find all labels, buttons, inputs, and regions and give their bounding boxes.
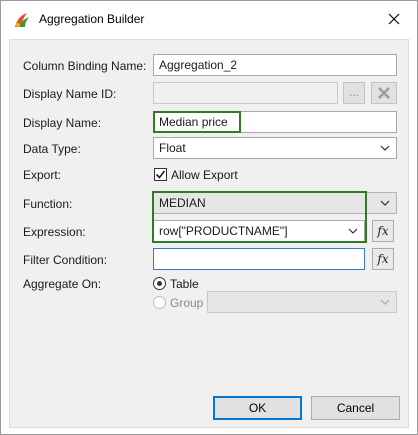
- dialog-body: Column Binding Name: Aggregation_2 Displ…: [9, 39, 409, 428]
- filter-condition-label: Filter Condition:: [23, 253, 108, 267]
- aggregation-builder-dialog: Aggregation Builder Column Binding Name:…: [0, 0, 418, 435]
- column-binding-name-label: Column Binding Name:: [23, 59, 147, 73]
- display-name-input[interactable]: Median price: [153, 111, 397, 133]
- ok-button[interactable]: OK: [213, 396, 302, 420]
- expression-label: Expression:: [23, 225, 86, 239]
- window-title: Aggregation Builder: [39, 12, 145, 26]
- group-radio[interactable]: [153, 296, 166, 309]
- function-label: Function:: [23, 197, 73, 211]
- export-label: Export:: [23, 168, 62, 182]
- table-radio-label: Table: [170, 277, 199, 291]
- chevron-down-icon: [380, 145, 390, 151]
- group-radio-label: Group: [170, 296, 204, 310]
- function-value: MEDIAN: [159, 196, 206, 210]
- expression-value: row["PRODUCTNAME"]: [159, 224, 288, 238]
- browse-button[interactable]: ...: [343, 82, 365, 104]
- display-name-id-input[interactable]: [153, 82, 338, 104]
- group-select[interactable]: [207, 291, 397, 313]
- expression-fx-button[interactable]: fx: [372, 220, 394, 242]
- aggregate-on-label: Aggregate On:: [23, 277, 102, 291]
- function-select[interactable]: MEDIAN: [153, 192, 397, 214]
- table-radio[interactable]: [153, 277, 166, 290]
- chevron-down-icon: [380, 200, 390, 206]
- data-type-label: Data Type:: [23, 142, 81, 156]
- data-type-select[interactable]: Float: [153, 137, 397, 159]
- filter-fx-button[interactable]: fx: [372, 248, 394, 270]
- display-name-label: Display Name:: [23, 116, 102, 130]
- filter-condition-input[interactable]: [153, 248, 365, 270]
- allow-export-checkbox[interactable]: [154, 168, 167, 181]
- close-icon[interactable]: [381, 7, 407, 31]
- chevron-down-icon: [348, 228, 358, 234]
- chevron-down-icon: [380, 299, 390, 305]
- column-binding-name-input[interactable]: Aggregation_2: [153, 54, 397, 76]
- radio-dot: [157, 281, 162, 286]
- cancel-button[interactable]: Cancel: [311, 396, 400, 420]
- checkmark-icon: [155, 170, 166, 179]
- data-type-value: Float: [159, 141, 186, 155]
- expression-combo[interactable]: row["PRODUCTNAME"]: [153, 220, 365, 242]
- clear-x-icon: [378, 87, 390, 99]
- display-name-id-label: Display Name ID:: [23, 87, 117, 101]
- allow-export-label: Allow Export: [171, 168, 238, 182]
- clear-button[interactable]: [371, 82, 397, 104]
- birt-app-icon: [15, 13, 29, 27]
- title-bar: Aggregation Builder: [1, 1, 417, 37]
